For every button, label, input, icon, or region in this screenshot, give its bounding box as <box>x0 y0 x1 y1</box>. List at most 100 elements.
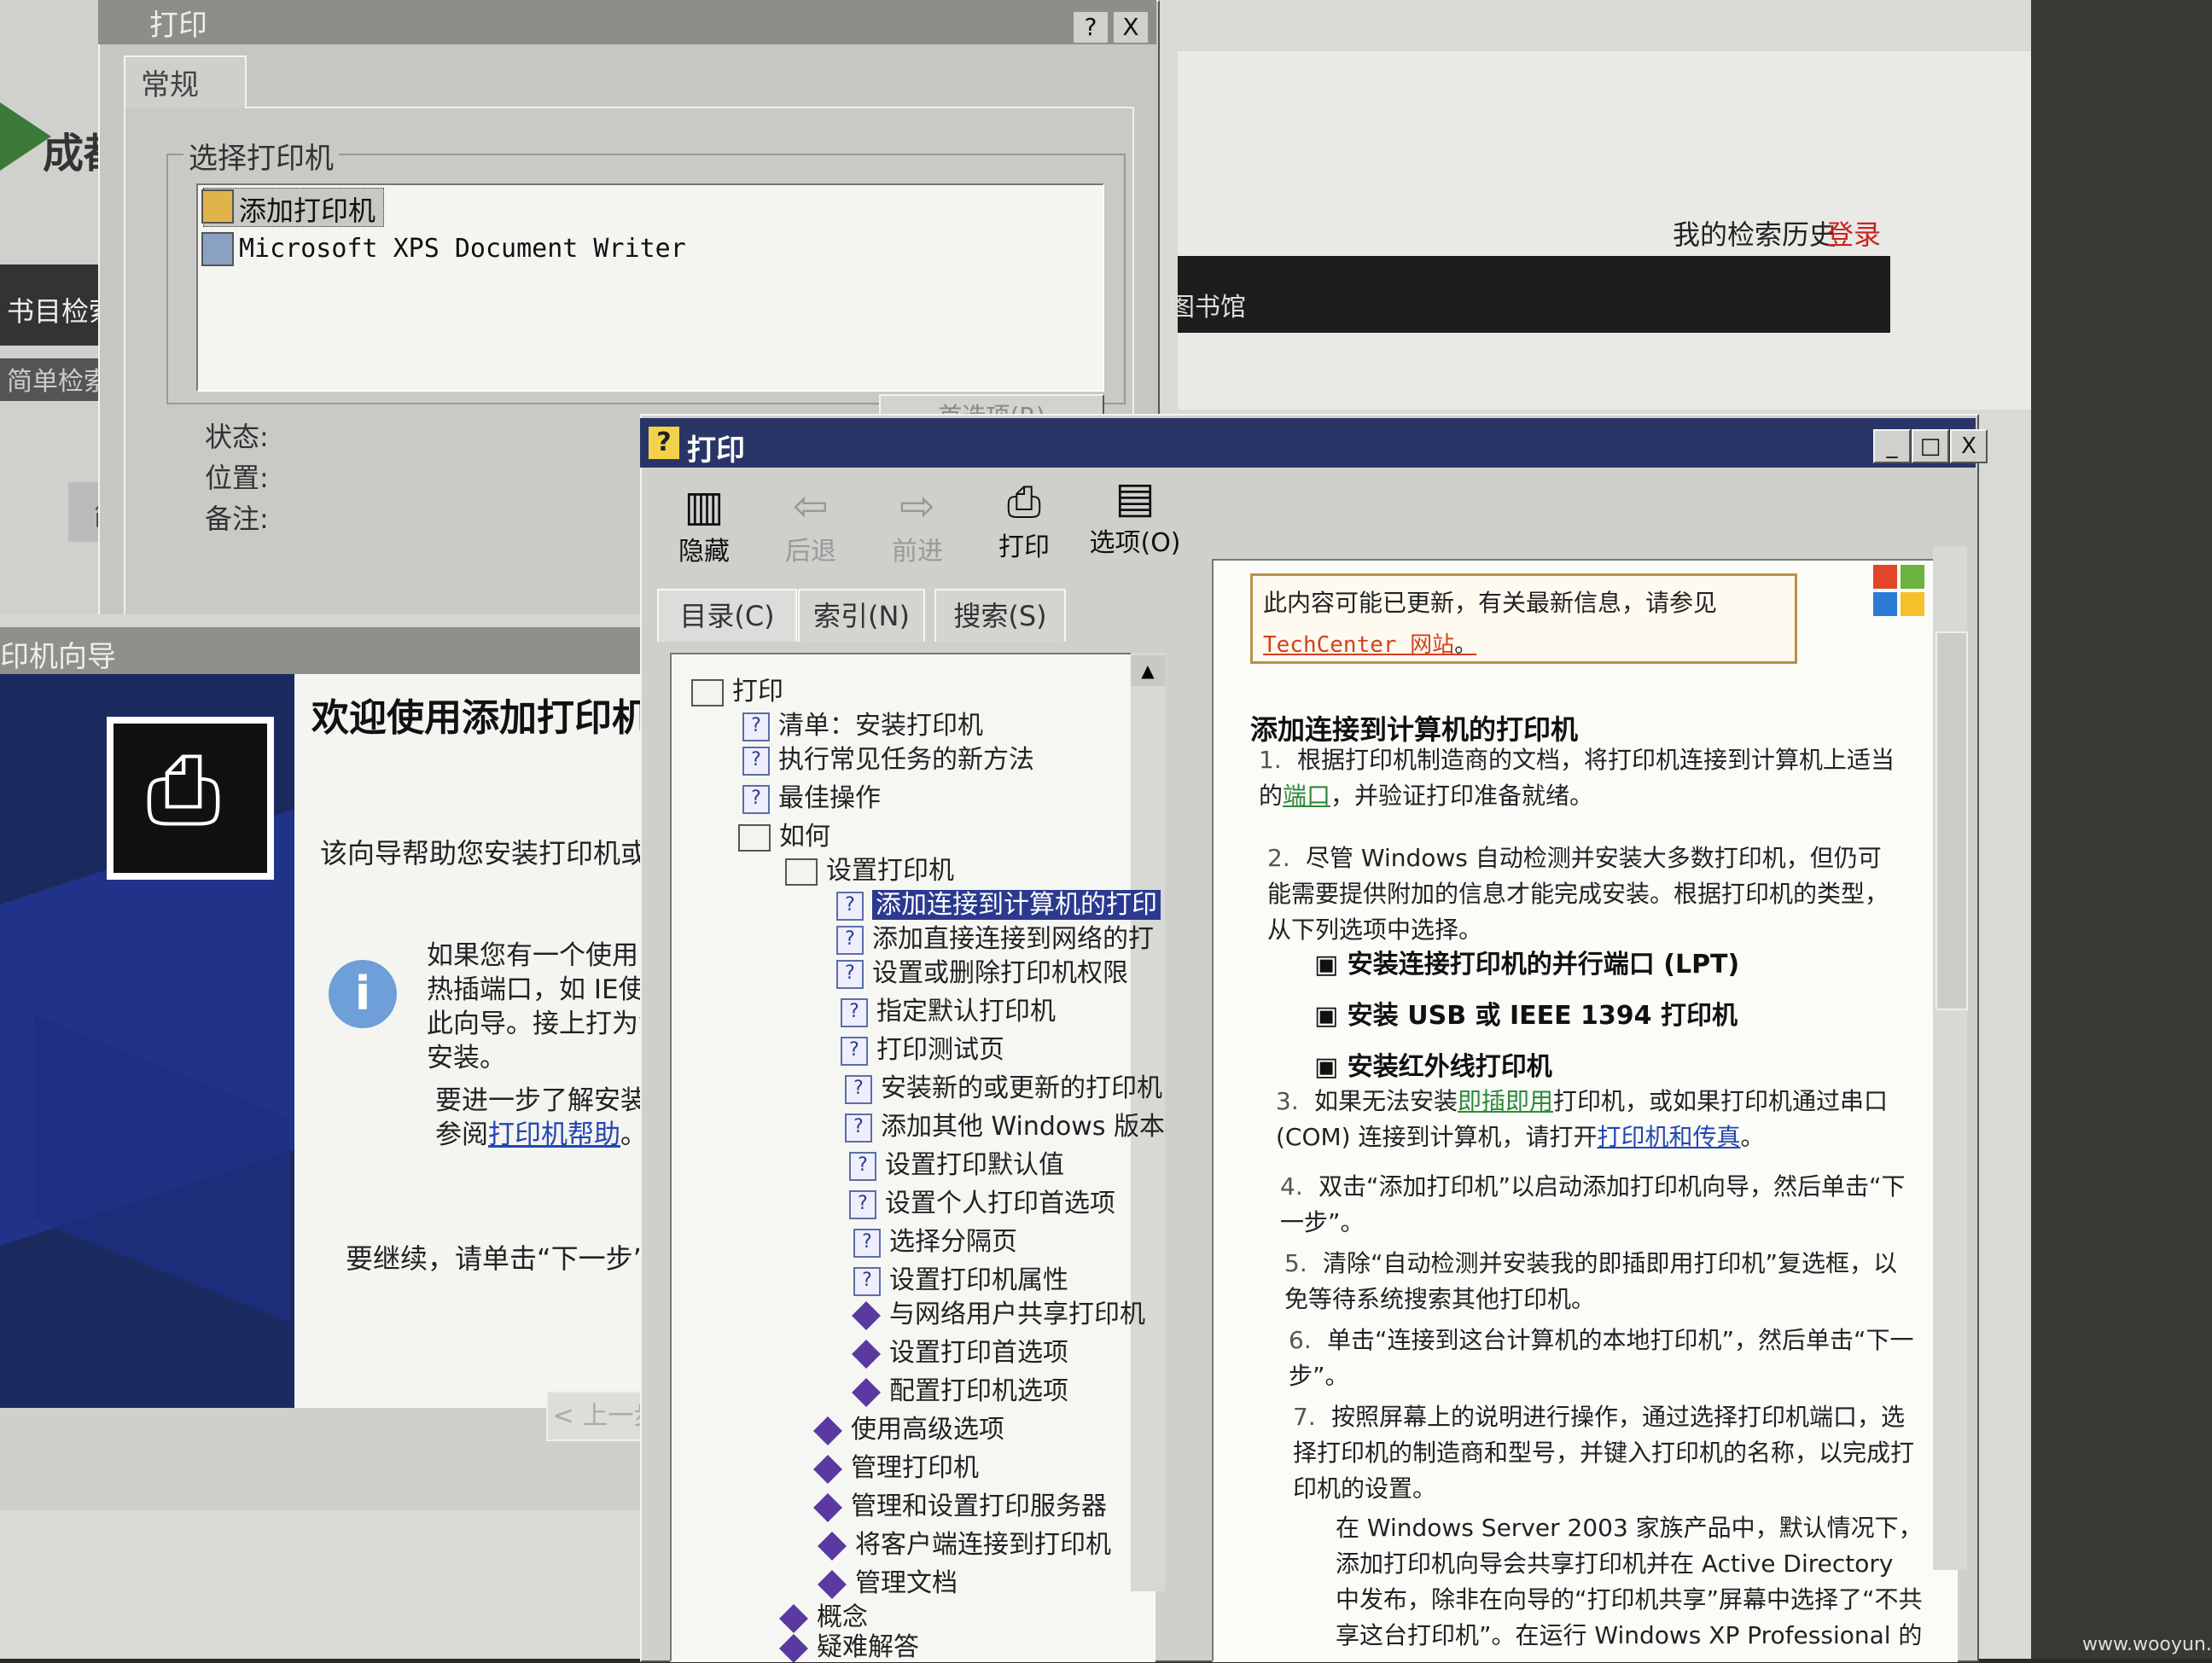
back-nav-button[interactable]: ⇦ 后退 <box>764 482 858 567</box>
tree-node-common-tasks[interactable]: ? 执行常见任务的新方法 <box>742 738 1034 776</box>
tree-node-setup-book[interactable]: 与网络用户共享打印机 <box>852 1293 1145 1330</box>
tree-node-howto[interactable]: 如何 <box>738 815 830 852</box>
printer-info-labels: 状态: 位置: 备注: <box>205 416 269 539</box>
tree-node-howto-book[interactable]: 管理文档 <box>818 1561 958 1599</box>
techcenter-link-text[interactable]: TechCenter 网站 <box>1263 632 1454 658</box>
option-lpt-text: 安装连接打印机的并行端口 (LPT) <box>1347 950 1740 980</box>
tree-node-howto-book[interactable]: 管理和设置打印服务器 <box>813 1485 1107 1522</box>
tree-node-setup-item[interactable]: ? 打印测试页 <box>841 1028 1004 1066</box>
tree-node-label: 安装新的或更新的打印机 <box>881 1073 1162 1103</box>
tree-node-label: 添加其他 Windows 版本 <box>881 1112 1165 1142</box>
tree-node-label: 管理和设置打印服务器 <box>851 1491 1107 1521</box>
search-history-link[interactable]: 我的检索历史 <box>1673 213 1837 253</box>
tree-node-label: 选择分隔页 <box>889 1227 1017 1257</box>
book-closed-icon <box>813 1454 842 1484</box>
tree-node-label: 添加直接连接到网络的打 <box>872 924 1154 954</box>
help-topic-icon: ? <box>742 746 770 776</box>
tree-node-best-practices[interactable]: ? 最佳操作 <box>742 776 881 814</box>
step-7-text: 按照屏幕上的说明进行操作，通过选择打印机端口，选择打印机的制造商和型号，并键入打… <box>1293 1403 1915 1503</box>
help-topic-icon: ? <box>853 1266 881 1296</box>
tree-node-label: 与网络用户共享打印机 <box>889 1300 1145 1329</box>
help-topic-icon: ? <box>836 959 864 989</box>
help-topic-icon: ? <box>849 1151 876 1181</box>
step-3: 3. 如果无法安装即插即用打印机，或如果打印机通过串口 (COM) 连接到计算机，… <box>1276 1087 1889 1151</box>
printer-item-add-label: 添加打印机 <box>239 195 376 227</box>
help-titlebar[interactable] <box>640 418 1976 468</box>
techcenter-link[interactable]: TechCenter 网站。 <box>1263 627 1476 659</box>
minimize-button[interactable]: _ <box>1873 429 1911 463</box>
tree-node-howto-book[interactable]: 使用高级选项 <box>813 1408 1004 1445</box>
step-2-text: 尽管 Windows 自动检测并安装大多数打印机，但仍可能需要提供附加的信息才能… <box>1267 844 1889 944</box>
tree-node-setup-item[interactable]: ? 添加直接连接到网络的打 <box>836 917 1154 955</box>
tree-node-howto-book[interactable]: 管理打印机 <box>813 1446 979 1484</box>
close-button[interactable]: X <box>1950 429 1988 463</box>
book-closed-icon <box>813 1492 842 1522</box>
tree-node-troubleshoot[interactable]: 疑难解答 <box>779 1625 919 1663</box>
tree-node-label: 使用高级选项 <box>851 1415 1004 1445</box>
maximize-button[interactable]: □ <box>1912 429 1949 463</box>
tree-node-print[interactable]: 打印 <box>691 670 783 707</box>
tree-node-checklist[interactable]: ? 清单：安装打印机 <box>742 704 983 741</box>
tree-node-setup-item[interactable]: ? 设置打印机属性 <box>853 1259 1068 1296</box>
windows-logo-icon <box>1873 565 1926 618</box>
help-topic-icon: ? <box>742 712 770 741</box>
step-4: 4. 双击“添加打印机”以启动添加打印机向导，然后单击“下一步”。 <box>1280 1172 1906 1236</box>
port-link[interactable]: 端口 <box>1283 782 1330 810</box>
printer-help-link[interactable]: 打印机帮助 <box>488 1119 620 1150</box>
option-infrared: ▣ 安装红外线打印机 <box>1314 1052 1552 1082</box>
step-1: 1. 根据打印机制造商的文档，将打印机连接到计算机上适当的端口，并验证打印准备就绪… <box>1259 746 1895 810</box>
location-label: 位置: <box>205 462 269 494</box>
tree-node-howto-book[interactable]: 将客户端连接到打印机 <box>818 1523 1111 1561</box>
scroll-up-arrow-icon[interactable]: ▲ <box>1131 655 1165 686</box>
tree-node-setup-item[interactable]: ? 设置个人打印首选项 <box>849 1182 1115 1219</box>
wizard-description: 该向导帮助您安装打印机或 <box>320 837 649 869</box>
print-dialog-titlebar[interactable] <box>98 0 1156 44</box>
printer-icon: ⎙ <box>146 735 221 844</box>
login-link[interactable]: 登录 <box>1826 213 1881 253</box>
tree-node-setup-item[interactable]: ? 添加连接到计算机的打印 <box>836 883 1161 921</box>
tab-index[interactable]: 索引(N) <box>798 589 925 642</box>
help-title: 打印 <box>687 433 745 468</box>
tree-node-label: 管理打印机 <box>851 1453 979 1483</box>
tree-node-setup[interactable]: 设置打印机 <box>785 849 954 887</box>
tree-node-setup-book[interactable]: 配置打印机选项 <box>852 1369 1068 1407</box>
help-button[interactable]: ? <box>1074 12 1108 43</box>
tree-node-label: 如何 <box>779 822 830 852</box>
printers-and-faxes-link[interactable]: 打印机和传真 <box>1598 1123 1741 1151</box>
info-icon: i <box>329 960 397 1028</box>
print-icon: ⎙ <box>1007 477 1041 526</box>
tree-node-setup-book[interactable]: 设置打印首选项 <box>852 1331 1068 1369</box>
web-nav-bar-text[interactable]: 图书馆 <box>1169 286 1246 323</box>
tree-node-setup-item[interactable]: ? 添加其他 Windows 版本 <box>845 1105 1165 1143</box>
tree-node-label: 打印 <box>732 677 783 706</box>
comment-label: 备注: <box>205 503 269 535</box>
tree-node-label: 清单：安装打印机 <box>778 711 983 741</box>
tree-node-label: 疑难解答 <box>817 1632 919 1662</box>
hide-label: 隐藏 <box>678 537 730 567</box>
plug-and-play-link[interactable]: 即插即用 <box>1458 1087 1553 1115</box>
printer-item-xps[interactable]: Microsoft XPS Document Writer <box>239 234 686 264</box>
tree-node-setup-item[interactable]: ? 设置或删除打印机权限 <box>836 951 1128 989</box>
tree-node-setup-item[interactable]: ? 设置打印默认值 <box>849 1143 1064 1181</box>
logo-quad <box>1901 592 1924 616</box>
print-label: 打印 <box>998 532 1050 562</box>
tree-node-setup-item[interactable]: ? 指定默认打印机 <box>841 990 1056 1027</box>
tab-contents[interactable]: 目录(C) <box>657 589 797 642</box>
content-scrollbar-thumb[interactable] <box>1936 631 1968 1010</box>
tab-search[interactable]: 搜索(S) <box>934 589 1066 642</box>
tree-node-setup-item[interactable]: ? 安装新的或更新的打印机 <box>845 1067 1162 1104</box>
help-topic-icon: ? <box>845 1113 872 1143</box>
print-button[interactable]: ⎙ 打印 <box>977 478 1071 563</box>
hide-icon: ▥ <box>684 481 725 531</box>
forward-nav-button[interactable]: ⇨ 前进 <box>870 482 964 567</box>
tree-node-setup-item[interactable]: ? 选择分隔页 <box>853 1220 1017 1258</box>
help-topic-icon: ? <box>845 1074 872 1104</box>
step-2: 2. 尽管 Windows 自动检测并安装大多数打印机，但仍可能需要提供附加的信息… <box>1267 844 1889 944</box>
hide-button[interactable]: ▥ 隐藏 <box>657 482 751 567</box>
options-button[interactable]: ▤ 选项(O) <box>1080 474 1190 559</box>
web-nav-left-2-label: 简单检索 <box>7 367 109 397</box>
help-icon: ? <box>649 427 679 459</box>
close-button[interactable]: X <box>1114 12 1148 43</box>
option-infrared-text: 安装红外线打印机 <box>1347 1052 1552 1082</box>
help-topic-icon: ? <box>841 1036 868 1066</box>
